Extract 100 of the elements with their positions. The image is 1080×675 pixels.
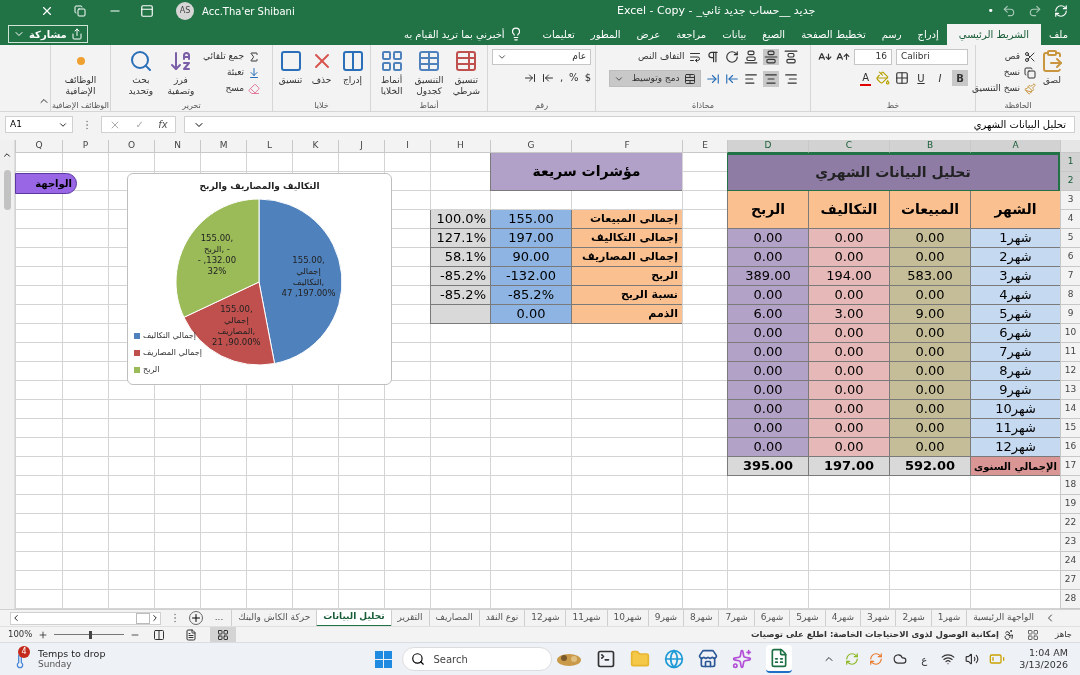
column-header[interactable]: J — [338, 140, 384, 153]
row-header[interactable]: 17 — [1060, 457, 1080, 476]
ribbon-tab[interactable]: ملف — [1040, 24, 1076, 45]
close-icon[interactable] — [40, 4, 54, 18]
fill-button[interactable]: تعبئة — [202, 65, 261, 81]
insert-button[interactable]: إدراج — [339, 49, 366, 86]
ribbon-tab[interactable]: بيانات — [714, 24, 755, 45]
add-ins-button[interactable]: الوظائف الإضافية — [62, 49, 99, 97]
insert-function-button[interactable]: fx — [158, 117, 168, 132]
tell-me-field[interactable]: أخبرني بما تريد القيام به — [404, 24, 505, 45]
row-header[interactable]: 16 — [1060, 438, 1080, 457]
vertical-scrollbar[interactable] — [0, 140, 15, 609]
row-header[interactable]: 9 — [1060, 305, 1080, 324]
volume-icon[interactable] — [965, 652, 980, 666]
wrap-text-button[interactable]: التفاف النص — [638, 49, 701, 65]
taskbar-search-field[interactable]: Search — [402, 647, 553, 671]
decrease-decimal-icon[interactable] — [541, 71, 554, 84]
row-header[interactable]: 2 — [1060, 172, 1080, 191]
font-size-field[interactable]: 16 — [854, 49, 892, 65]
bold-button[interactable]: B — [952, 70, 968, 86]
row-header[interactable]: 1 — [1060, 153, 1080, 172]
row-header[interactable]: 4 — [1060, 210, 1080, 229]
ribbon-tab[interactable]: تعليمات — [534, 24, 583, 45]
sheet-tab[interactable]: تحليل البيانات — [316, 609, 391, 627]
browser-icon[interactable] — [664, 649, 685, 669]
store-icon[interactable] — [698, 649, 719, 669]
middle-align-button[interactable] — [762, 49, 779, 65]
borders-icon[interactable] — [895, 71, 909, 85]
scroll-up-icon[interactable] — [2, 150, 12, 160]
column-header[interactable]: Q — [15, 140, 62, 153]
share-button[interactable]: مشاركة — [8, 25, 88, 43]
row-header[interactable]: 24 — [1060, 552, 1080, 571]
update-tray-icon[interactable] — [869, 652, 884, 666]
scroll-thumb[interactable] — [3, 170, 11, 210]
row-header[interactable]: 23 — [1060, 533, 1080, 552]
column-header[interactable]: G — [490, 140, 571, 153]
cloud-icon[interactable] — [893, 652, 908, 666]
copilot-icon[interactable] — [732, 649, 753, 669]
merge-center-button[interactable]: دمج وتوسيط — [608, 70, 701, 87]
undo-icon[interactable] — [1002, 4, 1016, 18]
name-box[interactable]: A1 — [5, 116, 73, 133]
comma-button[interactable]: , — [559, 70, 564, 85]
text-direction-icon[interactable] — [705, 50, 720, 64]
cut-button[interactable]: قص — [971, 49, 1037, 65]
font-color-button[interactable]: A — [860, 70, 871, 86]
zoom-slider[interactable] — [54, 630, 125, 639]
horizontal-scrollbar[interactable] — [10, 611, 161, 625]
row-header[interactable]: 19 — [1060, 495, 1080, 514]
column-header[interactable]: H — [430, 140, 490, 153]
ribbon-tab[interactable]: رسم — [873, 24, 910, 45]
zoom-in-icon[interactable] — [38, 629, 49, 640]
ribbon-tab[interactable]: الصيغ — [754, 24, 794, 45]
percent-button[interactable]: % — [569, 70, 579, 85]
nav-button[interactable]: الواجهة — [15, 173, 77, 194]
autosum-button[interactable]: جمع تلقائي — [202, 49, 261, 65]
row-header[interactable]: 5 — [1060, 229, 1080, 248]
orientation-icon[interactable] — [724, 50, 739, 64]
row-header[interactable]: 11 — [1060, 343, 1080, 362]
increase-decimal-icon[interactable] — [523, 71, 536, 84]
format-as-table-button[interactable]: التنسيق كجدول — [412, 49, 446, 97]
center-align-button[interactable] — [762, 70, 779, 87]
restore-icon[interactable] — [74, 5, 86, 17]
delete-button[interactable]: حذف — [308, 49, 335, 86]
decrease-indent-icon[interactable] — [724, 71, 739, 86]
ribbon-tab[interactable]: إدراج — [909, 24, 947, 45]
column-header[interactable]: E — [682, 140, 727, 153]
row-header[interactable]: 6 — [1060, 248, 1080, 267]
paste-button[interactable]: لصق — [1040, 49, 1065, 86]
weather-title[interactable]: Temps to drop — [38, 648, 106, 659]
column-header[interactable]: A — [970, 140, 1060, 153]
row-header[interactable]: 7 — [1060, 267, 1080, 286]
row-header[interactable]: 18 — [1060, 476, 1080, 495]
input-language[interactable]: ع — [921, 651, 928, 667]
conditional-format-button[interactable]: تنسيق شرطي — [449, 49, 483, 97]
row-header[interactable]: 22 — [1060, 514, 1080, 533]
find-select-button[interactable]: بحث وتحديد — [122, 49, 159, 97]
fill-color-icon[interactable] — [876, 71, 890, 85]
ribbon-tab[interactable]: عرض — [628, 24, 669, 45]
ribbon-tab[interactable]: تخطيط الصفحة — [793, 24, 874, 45]
underline-button[interactable]: U — [914, 70, 928, 86]
column-header[interactable]: K — [292, 140, 338, 153]
increase-indent-icon[interactable] — [705, 71, 720, 86]
row-header[interactable]: 8 — [1060, 286, 1080, 305]
top-align-icon[interactable] — [783, 50, 798, 64]
copy-button[interactable]: نسخ — [971, 65, 1037, 81]
ribbon-tab[interactable]: مراجعة — [668, 24, 715, 45]
scroll-thumb[interactable] — [135, 612, 150, 624]
font-name-field[interactable]: Calibri — [896, 49, 968, 65]
number-format-field[interactable]: عام — [492, 49, 591, 65]
clear-button[interactable]: مسح — [202, 81, 261, 97]
column-header[interactable]: C — [808, 140, 889, 153]
row-header[interactable]: 12 — [1060, 362, 1080, 381]
ribbon-display-icon[interactable] — [140, 4, 154, 18]
bottom-align-icon[interactable] — [743, 50, 758, 64]
sync-icon[interactable] — [1054, 4, 1068, 18]
row-header[interactable]: 3 — [1060, 191, 1080, 210]
currency-button[interactable]: $ — [584, 70, 591, 85]
row-header[interactable]: 27 — [1060, 571, 1080, 590]
row-header[interactable]: 28 — [1060, 590, 1080, 609]
row-header[interactable]: 10 — [1060, 324, 1080, 343]
